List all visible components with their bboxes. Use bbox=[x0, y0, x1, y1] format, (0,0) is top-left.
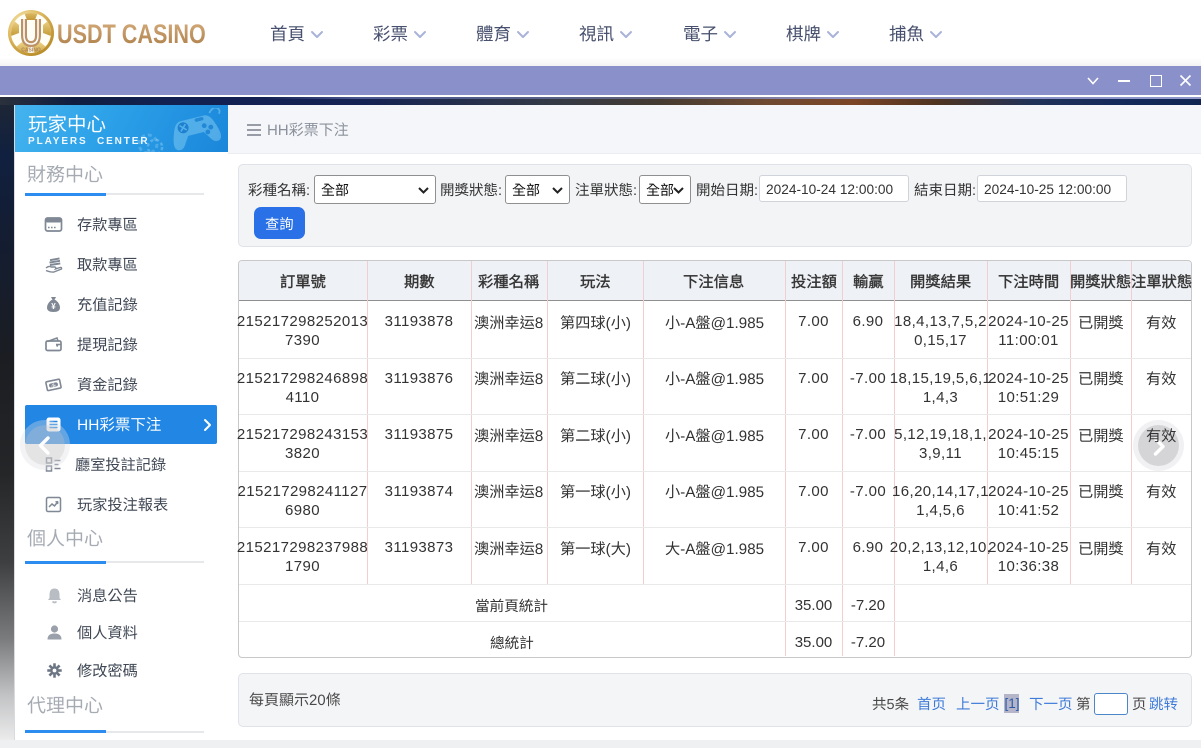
svg-text:¥: ¥ bbox=[51, 302, 56, 311]
svg-text:CASINO: CASINO bbox=[21, 48, 41, 54]
